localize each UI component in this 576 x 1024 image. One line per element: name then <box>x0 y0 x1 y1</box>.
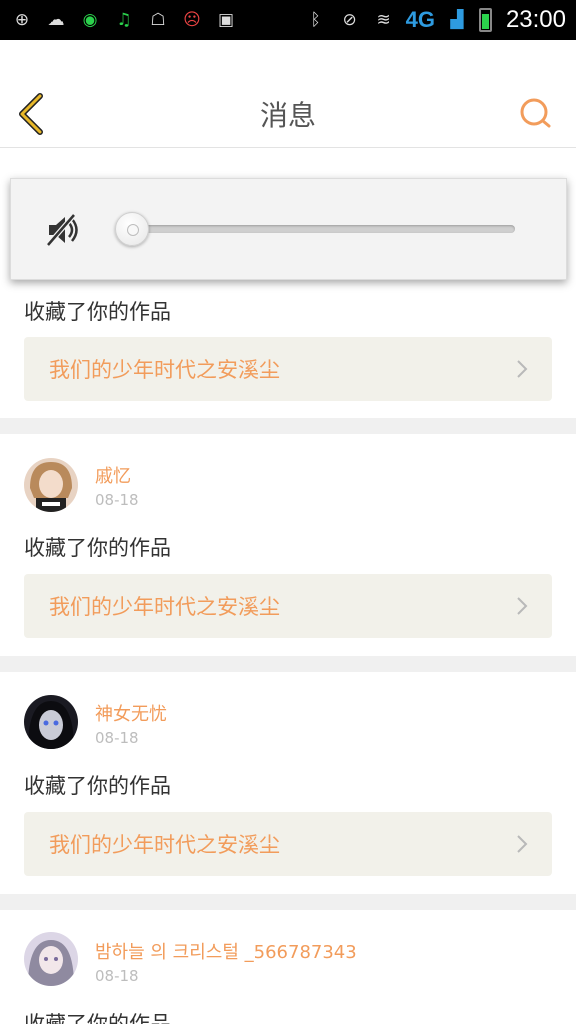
avatar[interactable] <box>24 458 78 512</box>
music-icon: ♫ <box>116 10 132 30</box>
user-name[interactable]: 戚忆 <box>95 462 131 488</box>
chevron-right-icon <box>517 835 528 853</box>
work-title: 我们的少年时代之安溪尘 <box>49 595 280 619</box>
message-card: 戚忆 08-18 收藏了你的作品 我们的少年时代之安溪尘 <box>0 434 576 656</box>
volume-slider-thumb[interactable] <box>115 212 149 246</box>
user-avatar-image <box>24 932 78 986</box>
search-icon <box>520 98 551 128</box>
message-action: 收藏了你的作品 <box>24 536 171 560</box>
rain-cloud-icon: ☁ <box>47 10 65 30</box>
avatar[interactable] <box>24 932 78 986</box>
add-icon: ⊕ <box>14 10 30 30</box>
message-date: 08-18 <box>95 729 139 747</box>
message-card: 神女无忧 08-18 收藏了你的作品 我们的少年时代之安溪尘 <box>0 672 576 894</box>
user-avatar-image <box>24 695 78 749</box>
page-title: 消息 <box>259 99 316 132</box>
battery-icon <box>478 8 492 32</box>
bluetooth-icon: ᛒ <box>310 10 321 30</box>
clock: 23:00 <box>505 6 566 33</box>
lock-icon: ▣ <box>217 10 235 30</box>
message-date: 08-18 <box>95 967 139 985</box>
message-action: 收藏了你的作品 <box>24 1012 171 1024</box>
volume-panel[interactable] <box>10 178 567 280</box>
status-left: ⊕ ☁ ◉ ♫ ☖ ☹ ▣ <box>10 8 238 32</box>
signal-icon: ▟ <box>450 10 464 30</box>
user-name[interactable]: 밤하늘 의 크리스털 _566787343 <box>95 938 357 964</box>
user-avatar-image <box>24 458 78 512</box>
network-type: 4G <box>405 7 435 32</box>
cat-icon: ☖ <box>150 10 166 30</box>
work-link[interactable]: 我们的少年时代之安溪尘 <box>24 812 552 876</box>
message-action: 收藏了你的作品 <box>24 774 171 798</box>
volume-slider[interactable] <box>131 225 515 233</box>
work-title: 我们的少年时代之安溪尘 <box>49 833 280 857</box>
message-date: 08-18 <box>95 491 139 509</box>
work-link[interactable]: 我们的少年时代之安溪尘 <box>24 337 552 401</box>
work-title: 我们的少年时代之安溪尘 <box>49 358 280 382</box>
game-icon: ◉ <box>82 10 98 30</box>
mute-icon: ⊘ <box>342 10 357 30</box>
speaker-mute-icon[interactable] <box>45 212 81 248</box>
chevron-right-icon <box>517 360 528 378</box>
chevron-right-icon <box>517 597 528 615</box>
app-header: 消息 <box>0 40 576 148</box>
message-action: 收藏了你的作品 <box>24 300 171 324</box>
avatar[interactable] <box>24 695 78 749</box>
user-name[interactable]: 神女无忧 <box>95 700 167 726</box>
status-bar: ⊕ ☁ ◉ ♫ ☖ ☹ ▣ ᛒ ⊘ ≋ 4G ▟ 23:00 <box>0 0 576 40</box>
search-button[interactable] <box>518 96 554 132</box>
status-right: ᛒ ⊘ ≋ 4G ▟ 23:00 <box>304 6 566 34</box>
wifi-icon: ≋ <box>376 10 391 30</box>
work-link[interactable]: 我们的少年时代之安溪尘 <box>24 574 552 638</box>
message-card: 밤하늘 의 크리스털 _566787343 08-18 收藏了你的作品 <box>0 910 576 1024</box>
sad-face-icon: ☹ <box>183 10 201 30</box>
